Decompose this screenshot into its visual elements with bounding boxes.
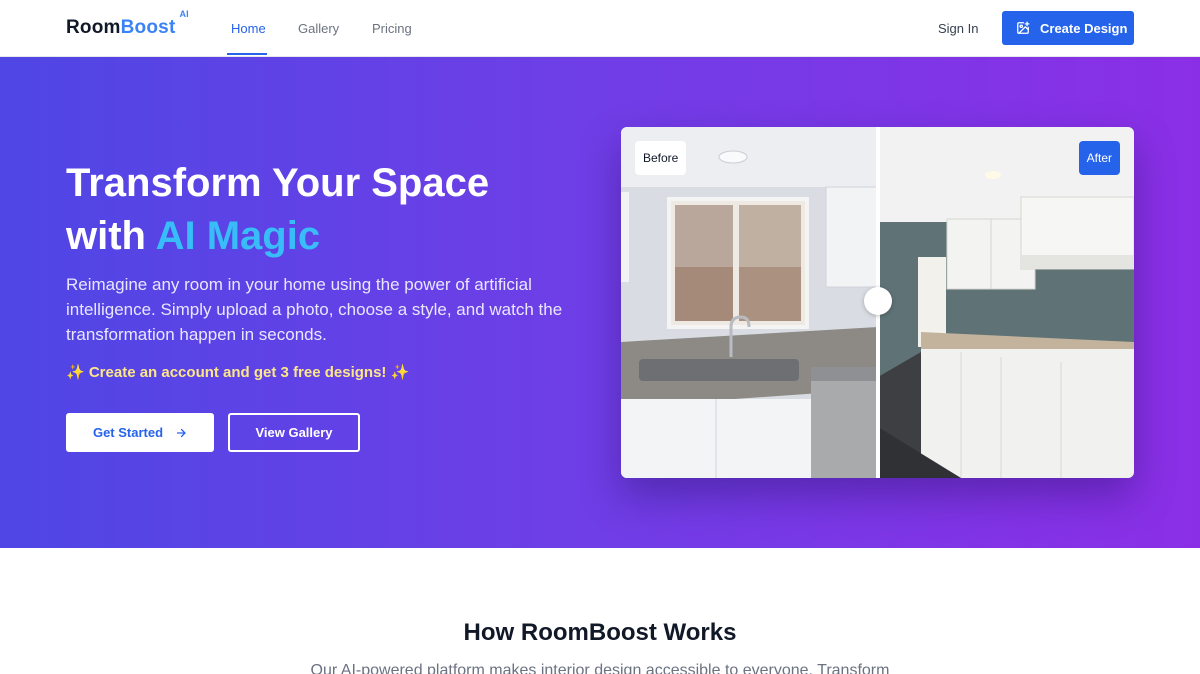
logo-ai-badge: AI [179,8,189,19]
how-it-works-subtitle: Our AI-powered platform makes interior d… [310,662,890,674]
before-after-comparison[interactable]: Before After [621,127,1134,478]
arrow-right-icon [176,428,186,437]
top-navbar: RoomBoostAI Home Gallery Pricing Sign In… [0,0,1200,57]
free-designs-promo: ✨ Create an account and get 3 free desig… [66,364,410,381]
nav-pricing[interactable]: Pricing [372,21,412,36]
nav-active-indicator [227,53,267,55]
logo-room: Room [66,17,121,38]
sign-in-link[interactable]: Sign In [938,21,978,36]
hero-title-accent: AI Magic [155,214,321,258]
nav-gallery[interactable]: Gallery [298,21,339,36]
get-started-label: Get Started [92,425,164,440]
hero-description: Reimagine any room in your home using th… [66,275,563,344]
hero-title: Transform Your Space with AI Magic [66,157,586,263]
image-edit-icon [1017,21,1030,34]
get-started-button[interactable]: Get Started [66,413,214,452]
view-gallery-label: View Gallery [255,425,333,440]
create-design-button[interactable]: Create Design [1002,11,1134,45]
hero-section: Transform Your Space with AI Magic Reima… [0,57,1200,548]
logo-boost: Boost [120,17,176,38]
how-it-works-title: How RoomBoost Works [463,619,737,646]
before-badge: Before [635,141,687,175]
after-badge: After [1078,141,1120,175]
comparison-slider-handle[interactable] [864,287,892,315]
logo[interactable]: RoomBoostAI [66,9,189,39]
create-design-label: Create Design [1040,20,1128,36]
hero-title-line1: Transform Your Space [66,161,490,205]
view-gallery-button[interactable]: View Gallery [228,413,360,452]
nav-home[interactable]: Home [231,21,266,36]
hero-title-with: with [66,214,156,258]
